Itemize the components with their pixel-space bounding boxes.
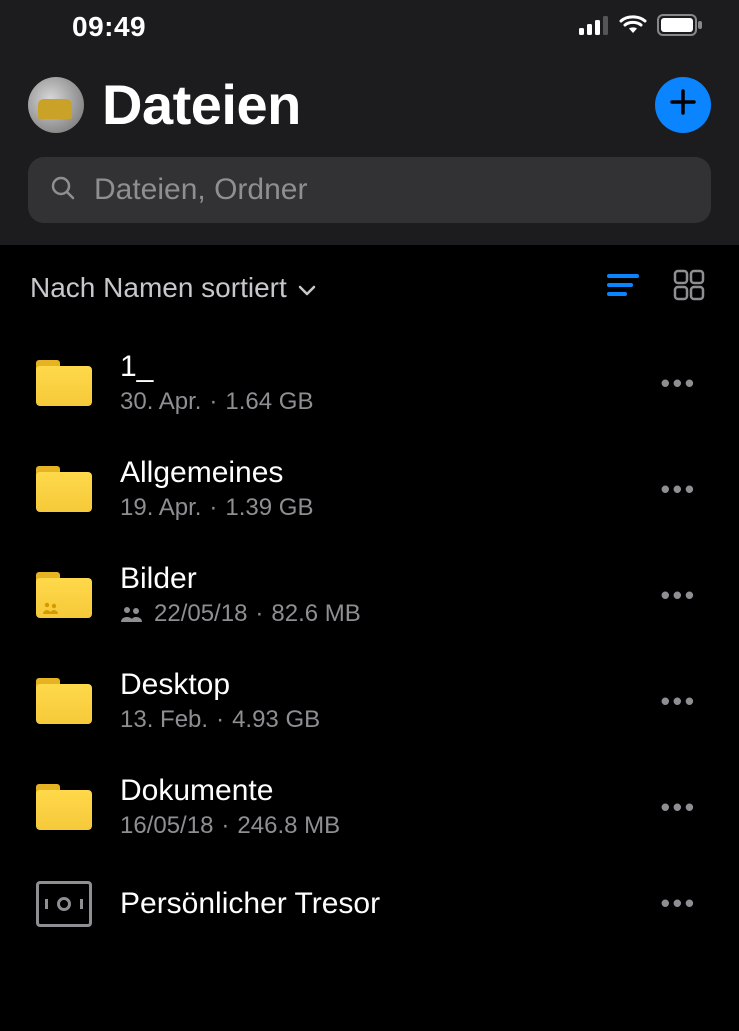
file-row[interactable]: Allgemeines 19. Apr.·1.39 GB ••• [0, 436, 739, 542]
file-meta: 13. Feb.·4.93 GB [120, 706, 625, 734]
cellular-signal-icon [579, 15, 609, 40]
file-size: 1.64 GB [225, 388, 313, 416]
battery-icon [657, 14, 703, 41]
folder-icon [36, 678, 92, 724]
file-size: 4.93 GB [232, 706, 320, 734]
file-date: 22/05/18 [154, 600, 247, 628]
chevron-down-icon [297, 272, 317, 304]
shared-icon [120, 605, 144, 623]
file-info: Dokumente 16/05/18·246.8 MB [120, 774, 625, 840]
more-button[interactable]: ••• [653, 360, 705, 407]
vault-icon [36, 881, 92, 927]
file-size: 82.6 MB [271, 600, 360, 628]
file-meta: 19. Apr.·1.39 GB [120, 494, 625, 522]
file-meta: 22/05/18·82.6 MB [120, 600, 625, 628]
folder-icon [36, 784, 92, 830]
more-button[interactable]: ••• [653, 880, 705, 927]
plus-icon [669, 88, 697, 121]
more-button[interactable]: ••• [653, 572, 705, 619]
file-date: 30. Apr. [120, 388, 201, 416]
folder-icon [36, 572, 92, 618]
page-title: Dateien [102, 72, 637, 137]
file-info: Desktop 13. Feb.·4.93 GB [120, 668, 625, 734]
more-button[interactable]: ••• [653, 784, 705, 831]
status-bar: 09:49 [0, 0, 739, 54]
sort-button[interactable]: Nach Namen sortiert [30, 272, 595, 304]
folder-icon [36, 466, 92, 512]
file-name: 1_ [120, 350, 625, 384]
list-view-button[interactable] [607, 272, 639, 303]
header: Dateien [0, 54, 739, 245]
file-date: 19. Apr. [120, 494, 201, 522]
file-name: Bilder [120, 562, 625, 596]
add-button[interactable] [655, 77, 711, 133]
file-date: 13. Feb. [120, 706, 208, 734]
file-name: Persönlicher Tresor [120, 887, 625, 921]
file-row[interactable]: Desktop 13. Feb.·4.93 GB ••• [0, 648, 739, 754]
profile-avatar[interactable] [28, 77, 84, 133]
file-date: 16/05/18 [120, 812, 213, 840]
file-row[interactable]: Bilder 22/05/18·82.6 MB ••• [0, 542, 739, 648]
shared-badge-icon [42, 601, 60, 615]
file-info: Bilder 22/05/18·82.6 MB [120, 562, 625, 628]
wifi-icon [619, 15, 647, 40]
file-name: Allgemeines [120, 456, 625, 490]
file-meta: 16/05/18·246.8 MB [120, 812, 625, 840]
file-info: Persönlicher Tresor [120, 887, 625, 921]
file-row[interactable]: Dokumente 16/05/18·246.8 MB ••• [0, 754, 739, 860]
status-icons [579, 14, 703, 41]
file-row[interactable]: 1_ 30. Apr.·1.64 GB ••• [0, 330, 739, 436]
grid-view-button[interactable] [673, 269, 705, 306]
file-name: Dokumente [120, 774, 625, 808]
more-button[interactable]: ••• [653, 466, 705, 513]
file-info: Allgemeines 19. Apr.·1.39 GB [120, 456, 625, 522]
search-input[interactable] [94, 173, 689, 207]
file-row[interactable]: Persönlicher Tresor ••• [0, 860, 739, 947]
status-time: 09:49 [72, 11, 146, 43]
search-bar[interactable] [28, 157, 711, 223]
file-size: 246.8 MB [237, 812, 340, 840]
folder-icon [36, 360, 92, 406]
sort-label: Nach Namen sortiert [30, 272, 287, 304]
file-info: 1_ 30. Apr.·1.64 GB [120, 350, 625, 416]
file-list: 1_ 30. Apr.·1.64 GB ••• Allgemeines 19. … [0, 320, 739, 957]
search-icon [50, 175, 76, 206]
controls-row: Nach Namen sortiert [0, 245, 739, 320]
file-meta: 30. Apr.·1.64 GB [120, 388, 625, 416]
file-name: Desktop [120, 668, 625, 702]
file-size: 1.39 GB [225, 494, 313, 522]
more-button[interactable]: ••• [653, 678, 705, 725]
